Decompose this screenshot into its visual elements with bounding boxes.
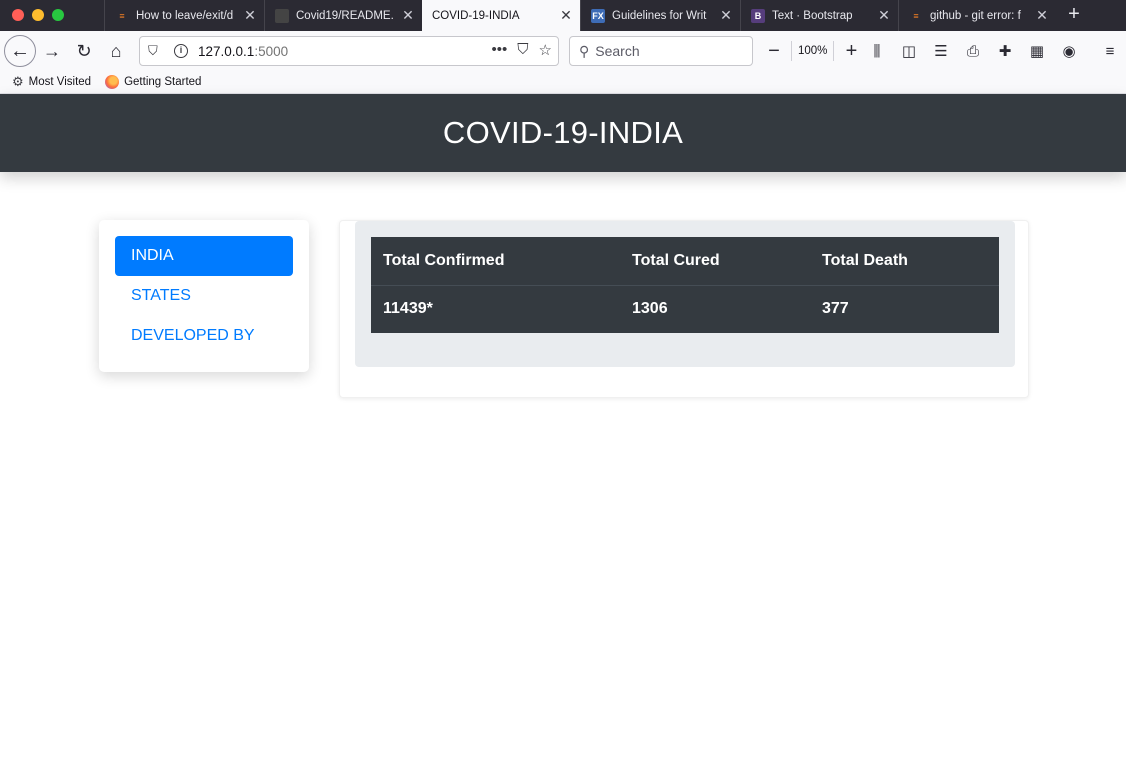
browser-tab[interactable]: ≡ How to leave/exit/d ✕ xyxy=(104,0,264,31)
maximize-window-button[interactable] xyxy=(52,9,64,21)
close-window-button[interactable] xyxy=(12,9,24,21)
zoom-out-button[interactable]: − xyxy=(763,40,785,63)
back-button[interactable]: ← xyxy=(4,35,36,67)
search-bar[interactable]: ⚲ xyxy=(569,36,753,66)
browser-tab[interactable]: ≡ github - git error: f ✕ xyxy=(898,0,1056,31)
fx-icon: FX xyxy=(591,8,605,23)
page-actions-icon[interactable]: ••• xyxy=(492,41,508,59)
bookmark-label: Getting Started xyxy=(124,76,202,88)
header-total-confirmed: Total Confirmed xyxy=(383,251,505,269)
tab-title: Text · Bootstrap xyxy=(772,9,853,22)
stats-card: Total Confirmed Total Cured Total Death … xyxy=(339,220,1029,398)
value-total-cured: 1306 xyxy=(620,284,810,333)
url-port: :5000 xyxy=(254,43,289,59)
browser-tab[interactable]: FX Guidelines for Writ ✕ xyxy=(580,0,740,31)
new-tab-button[interactable]: + xyxy=(1064,3,1084,27)
page-header: COVID-19-INDIA xyxy=(0,94,1126,172)
containers-icon[interactable]: ☰ xyxy=(928,37,954,65)
sidebar-icon[interactable]: ◫ xyxy=(896,37,922,65)
search-icon: ⚲ xyxy=(579,42,590,59)
home-button[interactable]: ⌂ xyxy=(102,37,130,65)
stackoverflow-icon: ≡ xyxy=(913,10,919,21)
forward-button[interactable]: → xyxy=(38,37,66,65)
account-icon[interactable]: ◉ xyxy=(1056,37,1082,65)
browser-tab-strip: ≡ How to leave/exit/d ✕ Covid19/README.m… xyxy=(0,0,1126,31)
pocket-icon[interactable]: ⛉ xyxy=(517,41,528,59)
bookmark-getting-started[interactable]: Getting Started xyxy=(105,75,201,89)
zoom-controls: − 100% + xyxy=(763,37,862,65)
tab-title: Covid19/README.m xyxy=(296,9,394,22)
zoom-in-button[interactable]: + xyxy=(840,40,862,63)
page-title: COVID-19-INDIA xyxy=(442,115,684,150)
site-info-icon[interactable]: i xyxy=(174,44,188,58)
stackoverflow-icon: ≡ xyxy=(119,10,125,21)
github-icon xyxy=(275,8,289,23)
minimize-window-button[interactable] xyxy=(32,9,44,21)
firefox-icon xyxy=(105,75,120,89)
close-tab-icon[interactable]: ✕ xyxy=(400,7,416,24)
print-icon[interactable]: ⎙ xyxy=(960,37,986,65)
value-total-death: 377 xyxy=(810,284,999,333)
table-row: 11439* 1306 377 xyxy=(371,284,999,333)
page-content: COVID-19-INDIA INDIA STATES DEVELOPED BY… xyxy=(0,94,1126,758)
extensions-icon[interactable]: ✚ xyxy=(992,37,1018,65)
header-total-death: Total Death xyxy=(822,251,908,269)
calendar-icon[interactable]: ▦ xyxy=(1024,37,1050,65)
browser-tab-active[interactable]: COVID-19-INDIA ✕ xyxy=(422,0,580,31)
bookmark-label: Most Visited xyxy=(28,76,92,88)
reload-button[interactable]: ↻ xyxy=(70,37,98,65)
nav-link-developed-by[interactable]: DEVELOPED BY xyxy=(115,316,293,356)
menu-icon[interactable]: ≡ xyxy=(1097,37,1123,65)
table-header-row: Total Confirmed Total Cured Total Death xyxy=(371,237,999,285)
gear-icon: ⚙ xyxy=(12,74,24,89)
tab-title: github - git error: f xyxy=(930,9,1021,22)
bookmark-star-icon[interactable]: ☆ xyxy=(539,41,552,59)
zoom-level[interactable]: 100% xyxy=(791,41,835,61)
bookmarks-bar: ⚙ Most Visited Getting Started xyxy=(0,71,1126,94)
close-tab-icon[interactable]: ✕ xyxy=(718,7,734,24)
tracking-shield-icon[interactable]: ⛉ xyxy=(148,43,164,59)
value-total-confirmed: 11439* xyxy=(371,284,620,333)
tab-title: How to leave/exit/d xyxy=(136,9,234,22)
stats-table: Total Confirmed Total Cured Total Death … xyxy=(371,237,999,333)
browser-tab[interactable]: Covid19/README.m ✕ xyxy=(264,0,422,31)
browser-tab[interactable]: B Text · Bootstrap ✕ xyxy=(740,0,898,31)
close-tab-icon[interactable]: ✕ xyxy=(876,7,892,24)
nav-link-india[interactable]: INDIA xyxy=(115,236,293,276)
url-host: 127.0.0.1 xyxy=(198,43,255,59)
header-total-cured: Total Cured xyxy=(632,251,720,269)
address-bar[interactable]: ⛉ i 127.0.0.1:5000 ••• ⛉ ☆ xyxy=(139,36,559,66)
side-navigation: INDIA STATES DEVELOPED BY xyxy=(99,220,309,372)
tab-title: Guidelines for Writ xyxy=(612,9,707,22)
bookmark-most-visited[interactable]: ⚙ Most Visited xyxy=(12,74,91,90)
close-tab-icon[interactable]: ✕ xyxy=(242,7,258,24)
library-icon[interactable]: ⫼ xyxy=(864,37,890,65)
close-tab-icon[interactable]: ✕ xyxy=(558,7,574,24)
stats-panel: Total Confirmed Total Cured Total Death … xyxy=(355,221,1015,367)
search-input[interactable] xyxy=(595,43,736,59)
bootstrap-icon: B xyxy=(751,8,765,23)
tab-title: COVID-19-INDIA xyxy=(432,9,520,22)
browser-toolbar: ← → ↻ ⌂ ⛉ i 127.0.0.1:5000 ••• ⛉ ☆ ⚲ − 1… xyxy=(0,31,1126,71)
nav-link-states[interactable]: STATES xyxy=(115,276,293,316)
address-text[interactable]: 127.0.0.1:5000 xyxy=(198,44,288,59)
close-tab-icon[interactable]: ✕ xyxy=(1034,7,1050,24)
